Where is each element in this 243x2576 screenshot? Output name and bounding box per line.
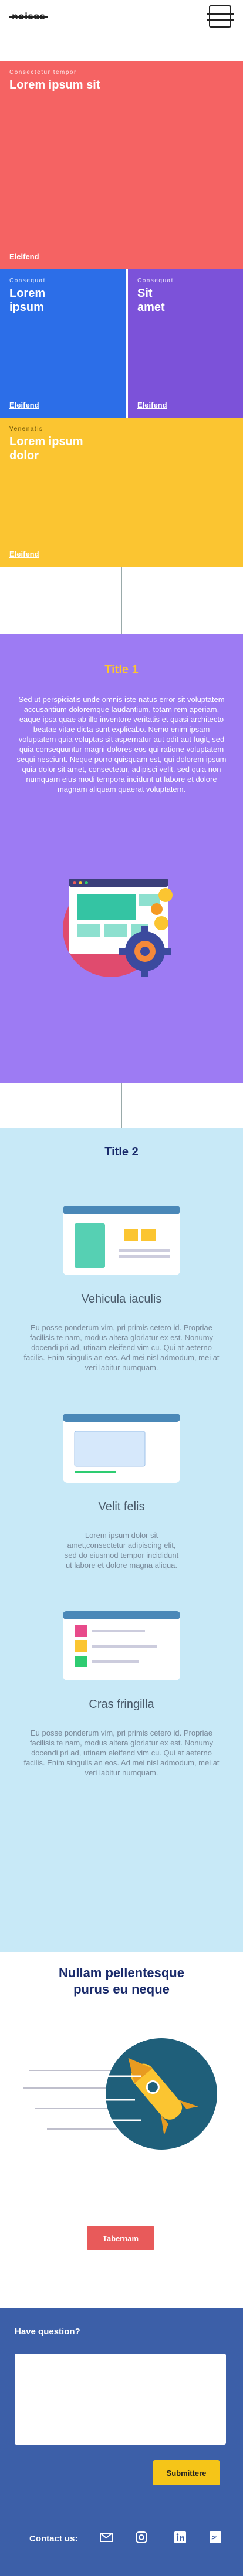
- logo[interactable]: noises: [9, 11, 48, 22]
- question-label: Have question?: [15, 2327, 80, 2337]
- section-1: Title 1 Sed ut perspiciatis unde omnis i…: [0, 634, 243, 1083]
- rocket-illustration: [23, 2035, 223, 2153]
- cta-button[interactable]: Tabernam: [87, 2226, 154, 2250]
- feature-body: Lorem ipsum dolor sit amet,consectetur a…: [64, 1531, 179, 1570]
- tile-title: Lorem ipsum: [9, 287, 46, 314]
- divider-line: [121, 1083, 122, 1128]
- tile-eyebrow: Consequat: [9, 277, 46, 284]
- tiles-row: Consequat Lorem ipsum Eleifend Consequat…: [0, 269, 243, 418]
- section-title: Title 1: [104, 663, 139, 676]
- cta-title: Nullam pellentesque purus eu neque: [59, 1965, 184, 1997]
- tile-2: Consequat Lorem ipsum Eleifend: [0, 269, 126, 418]
- divider-line: [121, 567, 122, 634]
- tile-link[interactable]: Eleifend: [9, 252, 39, 261]
- browser-window-illustration: [63, 1611, 180, 1680]
- tile-4: Venenatis Lorem ipsum dolor Eleifend: [0, 418, 243, 567]
- tile-title: Lorem ipsum sit: [9, 79, 100, 91]
- submit-button[interactable]: Submittere: [153, 2460, 220, 2485]
- section-2: Title 2 Vehicula iaculis Eu posse ponder…: [0, 1128, 243, 1952]
- twitter-icon[interactable]: [209, 2531, 222, 2544]
- linkedin-icon[interactable]: [174, 2531, 187, 2544]
- feature-card: Cras fringilla Eu posse ponderum vim, pr…: [0, 1611, 243, 1778]
- tile-eyebrow: Venenatis: [9, 426, 43, 432]
- tile-link[interactable]: Eleifend: [137, 401, 167, 409]
- cta-section: Nullam pellentesque purus eu neque Taber…: [0, 1959, 243, 2308]
- tile-eyebrow: Consectetur tempor: [9, 69, 77, 76]
- contact-footer: Have question? Submittere Contact us:: [0, 2308, 243, 2576]
- tile-title: Sit amet: [137, 287, 165, 314]
- question-textarea[interactable]: [15, 2354, 226, 2445]
- tile-title: Lorem ipsum dolor: [9, 435, 83, 462]
- feature-body: Eu posse ponderum vim, pri primis cetero…: [23, 1728, 220, 1777]
- feature-title: Velit felis: [98, 1500, 145, 1513]
- email-icon[interactable]: [100, 2531, 113, 2544]
- tile-1: Consectetur tempor Lorem ipsum sit Eleif…: [0, 61, 243, 269]
- feature-title: Vehicula iaculis: [81, 1293, 162, 1306]
- feature-title: Cras fringilla: [89, 1698, 154, 1711]
- section-body: Sed ut perspiciatis unde omnis iste natu…: [16, 695, 227, 794]
- browser-window-illustration: [63, 1206, 180, 1275]
- instagram-icon[interactable]: [135, 2531, 148, 2544]
- feature-card: Vehicula iaculis Eu posse ponderum vim, …: [0, 1206, 243, 1372]
- hamburger-menu-icon[interactable]: [207, 5, 234, 28]
- feature-card: Velit felis Lorem ipsum dolor sit amet,c…: [0, 1414, 243, 1570]
- site-header: noises: [0, 0, 243, 33]
- tile-link[interactable]: Eleifend: [9, 550, 39, 558]
- section-title: Title 2: [104, 1145, 139, 1158]
- tile-link[interactable]: Eleifend: [9, 401, 39, 409]
- feature-body: Eu posse ponderum vim, pri primis cetero…: [23, 1323, 220, 1372]
- tile-eyebrow: Consequat: [137, 277, 174, 284]
- browser-window-illustration: [63, 1414, 180, 1483]
- website-gear-illustration: [57, 859, 186, 988]
- contact-label: Contact us:: [29, 2534, 78, 2544]
- tile-3: Consequat Sit amet Eleifend: [128, 269, 243, 418]
